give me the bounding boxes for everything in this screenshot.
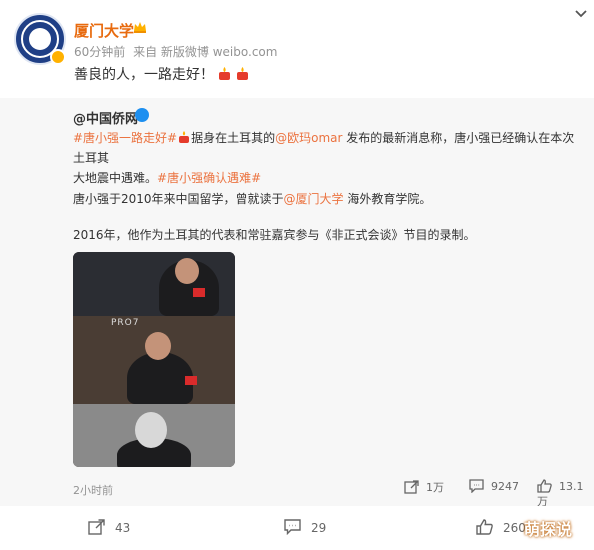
repost-body: #唐小强一路走好# 据身在土耳其的@欧玛omar 发布的最新消息称，唐小强已经确… (73, 128, 583, 188)
repost-image[interactable]: PRO7 (73, 252, 235, 467)
repost-paragraph-3: 2016年，他作为土耳其的代表和常驻嘉宾参与《非正式会谈》节目的录制。 (73, 228, 476, 242)
comment-icon (469, 479, 484, 493)
repost-text: 据身在土耳其的 (191, 131, 276, 145)
repost-text: 大地震中遇难。 (73, 171, 158, 185)
photo-face (145, 332, 171, 360)
flag-icon (185, 376, 197, 385)
repost-paragraph-1: #唐小强一路走好# 据身在土耳其的@欧玛omar 发布的最新消息称，唐小强已经确… (73, 128, 583, 188)
repost-stat-reposts[interactable]: 1万 (404, 479, 444, 495)
repost-paragraph-2: 唐小强于2010年来中国留学，曾就读于@厦门大学 海外教育学院。 (73, 190, 431, 207)
mention-link[interactable]: @欧玛omar (275, 131, 342, 145)
repost-count: 1万 (426, 481, 444, 494)
repost-button-count: 43 (115, 521, 131, 535)
post-header: 厦门大学 60分钟前 来自 新版微博 weibo.com 善良的人，一路走好！ (0, 0, 594, 96)
reposted-card[interactable]: @中国侨网 #唐小强一路走好# 据身在土耳其的@欧玛omar 发布的最新消息称，… (0, 98, 594, 509)
post-text-body: 善良的人，一路走好！ (74, 67, 214, 83)
crown-icon (134, 22, 146, 33)
photo-face (175, 258, 199, 284)
comment-icon (284, 519, 301, 535)
author-avatar[interactable] (14, 13, 66, 65)
comment-button[interactable]: 29 (284, 519, 326, 535)
repost-button[interactable]: 43 (88, 519, 130, 535)
candle-icon (179, 131, 190, 143)
repost-icon (88, 519, 105, 535)
like-icon (476, 519, 493, 535)
verified-badge-icon (50, 49, 66, 65)
comment-count: 9247 (491, 480, 519, 493)
topic-link[interactable]: #唐小强确认遇难# (157, 171, 261, 185)
repost-text: 海外教育学院。 (343, 192, 432, 206)
author-name[interactable]: 厦门大学 (74, 20, 134, 41)
repost-author[interactable]: @中国侨网 (73, 108, 138, 127)
photo-face (135, 412, 167, 448)
chevron-down-icon[interactable] (574, 7, 588, 21)
post-time[interactable]: 60分钟前 (74, 45, 125, 59)
candle-icon (237, 67, 248, 80)
verified-icon (135, 108, 149, 122)
avatar-emblem (29, 28, 51, 50)
repost-stat-comments[interactable]: 9247 (469, 479, 519, 493)
like-button[interactable]: 260 (476, 519, 526, 535)
like-icon (537, 479, 552, 493)
post-source: 来自 新版微博 weibo.com (133, 45, 278, 59)
like-button-count: 260 (503, 521, 526, 535)
post-meta: 60分钟前 来自 新版微博 weibo.com (74, 43, 281, 60)
flag-icon (193, 288, 205, 297)
comment-button-count: 29 (311, 521, 327, 535)
action-bar: 43 29 260 (0, 506, 594, 550)
candle-icon (219, 67, 230, 80)
repost-time[interactable]: 2小时前 (73, 482, 113, 498)
watermark: 萌探说 (524, 520, 573, 539)
topic-link[interactable]: #唐小强一路走好# (73, 131, 177, 145)
repost-stat-likes[interactable]: 13.1万 (537, 479, 594, 509)
post-text: 善良的人，一路走好！ (74, 64, 250, 84)
repost-text: 唐小强于2010年来中国留学，曾就读于 (73, 192, 284, 206)
mention-link[interactable]: @厦门大学 (284, 192, 344, 206)
photo-caption: PRO7 (111, 318, 140, 328)
repost-icon (404, 480, 419, 494)
